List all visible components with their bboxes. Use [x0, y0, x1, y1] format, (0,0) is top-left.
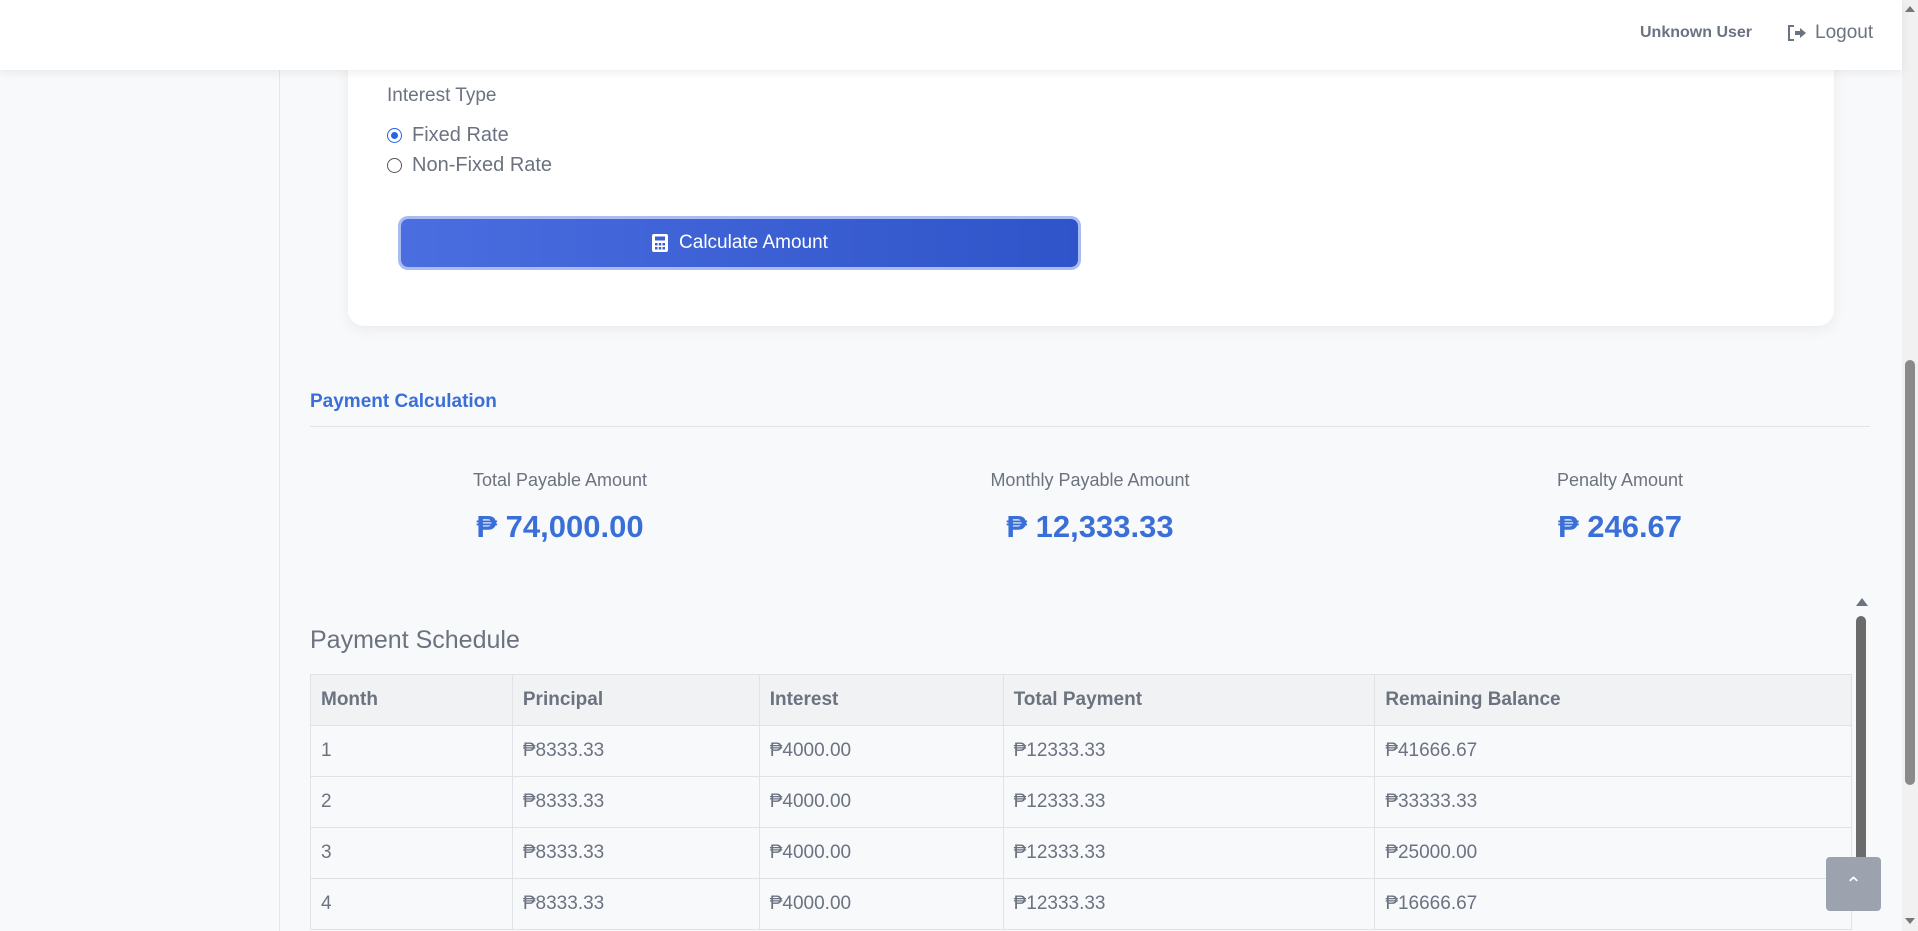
table-cell: 4	[310, 878, 513, 930]
column-header: Remaining Balance	[1374, 674, 1852, 726]
table-scroll-up-arrow[interactable]	[1856, 598, 1868, 606]
table-cell: ₱8333.33	[511, 725, 760, 777]
chevron-up-icon: ⌃	[1845, 873, 1862, 896]
logout-button[interactable]: Logout	[1787, 22, 1873, 44]
penalty-stat: Penalty Amount ₱ 246.67	[1420, 470, 1820, 545]
table-cell: ₱4000.00	[758, 878, 1004, 930]
penalty-value: ₱ 246.67	[1557, 509, 1683, 544]
non-fixed-rate-label: Non-Fixed Rate	[412, 154, 553, 176]
calculate-amount-button[interactable]: Calculate Amount	[401, 219, 1078, 267]
table-cell: ₱8333.33	[511, 878, 760, 930]
table-scrollbar-thumb[interactable]	[1856, 616, 1866, 896]
logout-label: Logout	[1815, 22, 1874, 43]
page-scrollbar-thumb[interactable]	[1905, 360, 1915, 785]
penalty-label: Penalty Amount	[1556, 470, 1684, 490]
loan-form-card	[348, 40, 1834, 326]
fixed-rate-option[interactable]: Fixed Rate	[387, 124, 509, 147]
table-cell: ₱25000.00	[1374, 827, 1852, 879]
non-fixed-rate-radio[interactable]	[387, 158, 402, 173]
payment-calculation-title: Payment Calculation	[310, 391, 497, 412]
sign-out-icon	[1788, 25, 1806, 41]
fixed-rate-radio[interactable]	[387, 128, 402, 143]
table-cell: ₱4000.00	[758, 827, 1004, 879]
top-navbar: Unknown User Logout	[0, 0, 1902, 70]
table-cell: 1	[310, 725, 513, 777]
table-cell: ₱12333.33	[1002, 827, 1376, 879]
back-to-top-button[interactable]: ⌃	[1826, 857, 1881, 911]
user-name: Unknown User	[1640, 24, 1753, 41]
table-cell: ₱12333.33	[1002, 878, 1376, 930]
page-scroll-down-arrow[interactable]	[1905, 918, 1915, 924]
table-cell: ₱8333.33	[511, 827, 760, 879]
sidebar	[0, 0, 280, 931]
monthly-payable-label: Monthly Payable Amount	[990, 470, 1190, 490]
calculate-amount-label: Calculate Amount	[679, 232, 828, 253]
total-payable-label: Total Payable Amount	[472, 470, 648, 490]
table-row: 2 ₱8333.33 ₱4000.00 ₱12333.33 ₱33333.33	[310, 776, 1852, 828]
calculator-icon	[652, 234, 669, 252]
schedule-table-container[interactable]: Month Principal Interest Total Payment R…	[310, 674, 1852, 931]
column-header: Principal	[511, 674, 760, 726]
non-fixed-rate-option[interactable]: Non-Fixed Rate	[387, 154, 552, 177]
table-cell: 3	[310, 827, 513, 879]
column-header: Interest	[758, 674, 1004, 726]
table-cell: ₱8333.33	[511, 776, 760, 828]
fixed-rate-label: Fixed Rate	[412, 124, 509, 146]
page-scroll-up-arrow[interactable]	[1905, 6, 1915, 12]
table-cell: ₱4000.00	[758, 725, 1004, 777]
table-cell: ₱4000.00	[758, 776, 1004, 828]
column-header: Month	[310, 674, 513, 726]
interest-type-label: Interest Type	[387, 85, 497, 106]
column-header: Total Payment	[1002, 674, 1376, 726]
payment-schedule-title: Payment Schedule	[310, 626, 520, 654]
monthly-payable-stat: Monthly Payable Amount ₱ 12,333.33	[890, 470, 1290, 545]
total-payable-value: ₱ 74,000.00	[476, 509, 644, 544]
total-payable-stat: Total Payable Amount ₱ 74,000.00	[360, 470, 760, 545]
table-cell: ₱12333.33	[1002, 725, 1376, 777]
table-cell: 2	[310, 776, 513, 828]
table-row: 4 ₱8333.33 ₱4000.00 ₱12333.33 ₱16666.67	[310, 878, 1852, 930]
table-row: 3 ₱8333.33 ₱4000.00 ₱12333.33 ₱25000.00	[310, 827, 1852, 879]
table-cell: ₱41666.67	[1374, 725, 1852, 777]
table-cell: ₱16666.67	[1374, 878, 1852, 930]
monthly-payable-value: ₱ 12,333.33	[1006, 509, 1174, 544]
table-row: 1 ₱8333.33 ₱4000.00 ₱12333.33 ₱41666.67	[310, 725, 1852, 777]
divider	[310, 426, 1870, 427]
schedule-table: Month Principal Interest Total Payment R…	[310, 674, 1852, 930]
table-header-row: Month Principal Interest Total Payment R…	[310, 674, 1852, 726]
table-cell: ₱12333.33	[1002, 776, 1376, 828]
table-cell: ₱33333.33	[1374, 776, 1852, 828]
